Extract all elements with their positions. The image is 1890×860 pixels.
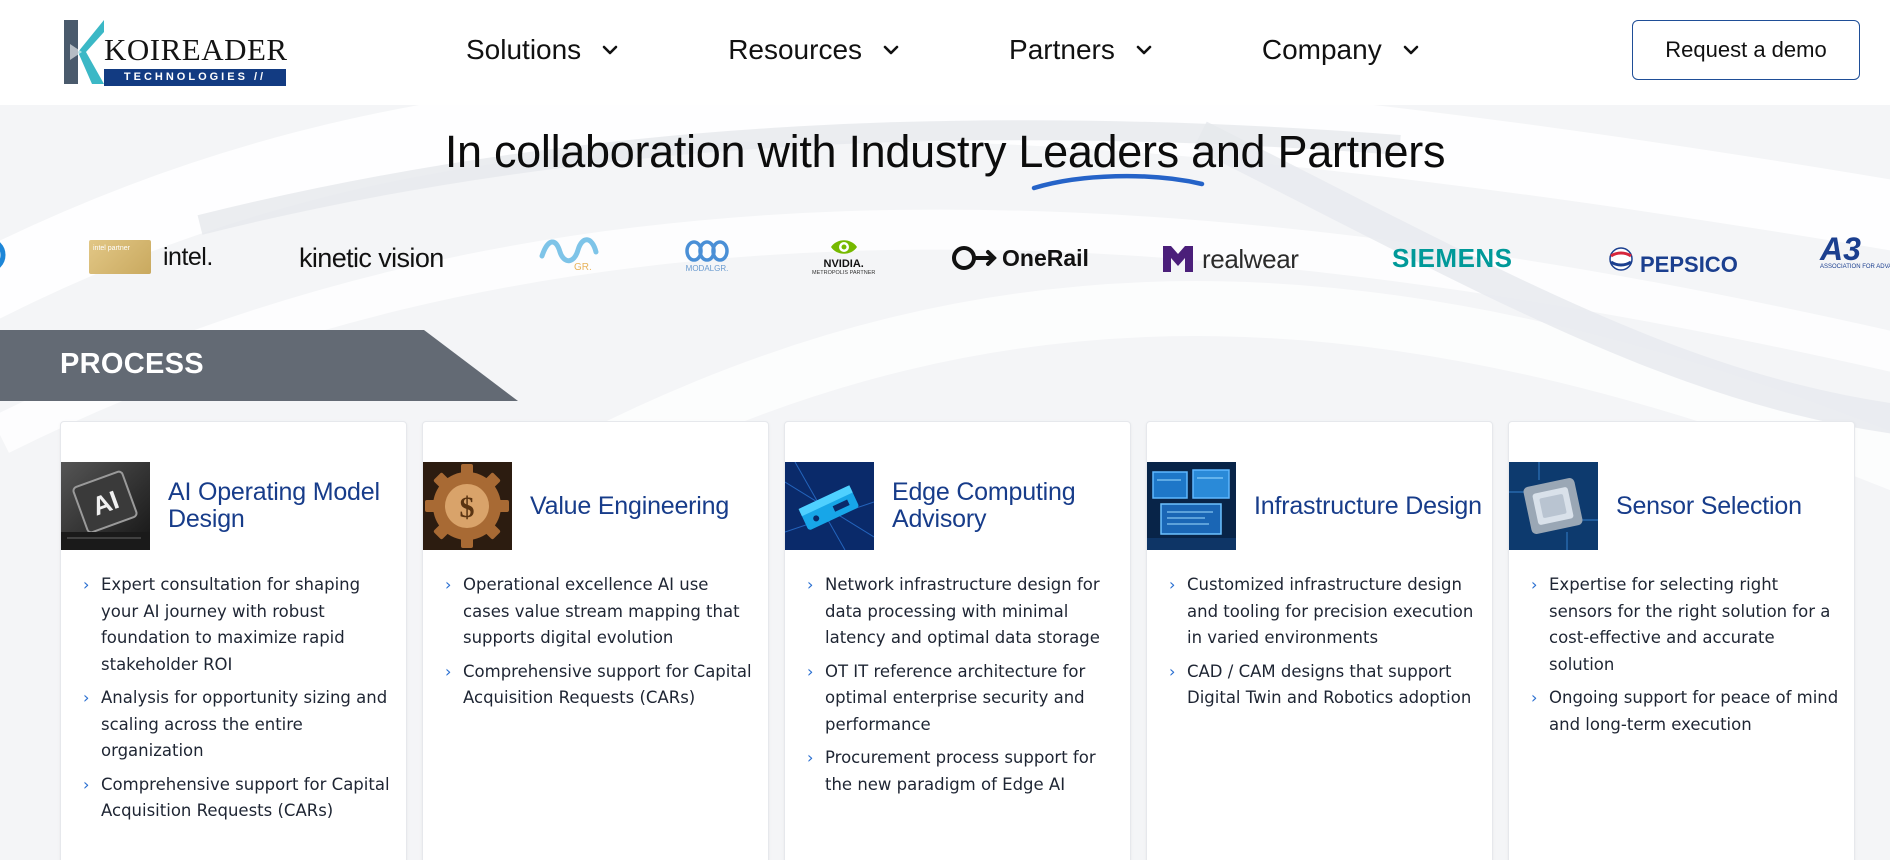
chevron-down-icon [1136, 45, 1152, 55]
process-card-value-engineering: $ Value Engineering › Operational excelle… [422, 421, 769, 860]
logo-wordmark: KOIREADER [104, 32, 288, 67]
headline-post: and Partners [1178, 126, 1446, 177]
chevron-right-icon: › [83, 774, 90, 794]
intel-partner-badge: intel partner [89, 240, 151, 274]
list-item: › Network infrastructure design for data … [807, 572, 1117, 652]
card-bullet-list: › Customized infrastructure design and to… [1169, 572, 1479, 719]
partner-logo-nvidia: NVIDIA. METROPOLIS PARTNER [812, 236, 875, 276]
chevron-right-icon: › [1531, 575, 1538, 594]
chevron-down-icon [602, 45, 618, 55]
card-bullet-list: › Expertise for selecting right sensors f… [1531, 572, 1841, 745]
card-bullet-list: › Expert consultation for shaping your AI… [83, 572, 393, 832]
monitors-icon [1147, 462, 1236, 550]
list-item: › Analysis for opportunity sizing and sca… [83, 685, 393, 765]
list-item: › Operational excellence AI use cases val… [445, 572, 755, 652]
nav-solutions-label: Solutions [466, 34, 582, 65]
process-card-infrastructure-design: Infrastructure Design › Customized infras… [1146, 421, 1493, 860]
logo-k-mark-icon [64, 20, 104, 84]
headline-pre: In collaboration with Industry [444, 126, 1019, 177]
modal-wave-icon [539, 237, 599, 264]
request-demo-button[interactable]: Request a demo [1632, 20, 1860, 80]
nav-resources[interactable]: Resources [728, 34, 902, 66]
dollar-gear-icon: $ [423, 462, 512, 550]
list-item: › Expert consultation for shaping your AI… [83, 572, 393, 678]
list-item: › Expertise for selecting right sensors f… [1531, 572, 1841, 678]
chevron-right-icon: › [445, 575, 452, 594]
card-title: Infrastructure Design [1254, 491, 1482, 520]
chevron-right-icon: › [83, 688, 90, 707]
chevron-right-icon: › [445, 661, 452, 681]
main-nav: Solutions Resources Partners Company [466, 34, 1422, 66]
list-item: › OT IT reference architecture for optima… [807, 659, 1117, 739]
partner-logo-onerail: OneRail [950, 243, 1089, 273]
headline-underline-swoosh [1031, 173, 1205, 191]
process-card-sensor-selection: Sensor Selection › Expertise for selectin… [1508, 421, 1855, 860]
card-bullet-list: › Operational excellence AI use cases val… [445, 572, 755, 719]
site-header: KOIREADER TECHNOLOGIES // Solutions Reso… [0, 0, 1890, 105]
partner-logo-modalgr-2: MODALGR. [684, 238, 730, 273]
partner-logo-kinetic-vision: kinetic vision [299, 243, 444, 273]
partial-logo-icon [0, 242, 6, 268]
partner-logos-strip: intel partner intel. kinetic vision GR. … [0, 226, 1890, 306]
chevron-right-icon: › [1169, 575, 1176, 594]
partner-logo-pepsico: PEPSICO [1608, 240, 1738, 278]
chevron-right-icon: › [1531, 688, 1538, 707]
card-title: Value Engineering [530, 491, 730, 520]
partners-headline: In collaboration with Industry Leaders a… [0, 126, 1890, 178]
chevron-right-icon: › [83, 575, 90, 594]
chevron-right-icon: › [807, 575, 814, 594]
process-card-ai-operating-model: AI AI Operating Model Design › Expert con… [60, 421, 407, 860]
process-section-title: PROCESS [60, 348, 204, 380]
nav-solutions[interactable]: Solutions [466, 34, 621, 66]
list-item: › Comprehensive support for Capital Acqui… [83, 772, 393, 825]
partner-logo-intel: intel partner intel. [89, 240, 213, 274]
realwear-m-icon [1163, 246, 1193, 272]
nav-company-label: Company [1261, 34, 1382, 65]
koireader-logo[interactable]: KOIREADER TECHNOLOGIES // [60, 18, 290, 88]
partner-logo-siemens: SIEMENS [1392, 243, 1513, 273]
chevron-right-icon: › [807, 748, 814, 767]
ai-chip-icon: AI [61, 462, 150, 550]
modal-loops-icon [685, 240, 729, 262]
list-item: › Comprehensive support for Capital Acqui… [445, 659, 755, 712]
list-item: › Procurement process support for the new… [807, 745, 1117, 798]
chevron-down-icon [1403, 45, 1419, 55]
nav-company[interactable]: Company [1262, 34, 1422, 66]
nav-resources-label: Resources [728, 34, 863, 65]
logo-tagline: TECHNOLOGIES // [104, 69, 286, 86]
card-title: AI Operating Model Design [168, 478, 380, 533]
edge-device-icon [785, 462, 874, 550]
partner-logo-a3: A3 ASSOCIATION FOR ADVANCING AUTOMATION [1820, 231, 1890, 270]
card-title: Edge Computing Advisory [892, 478, 1076, 533]
svg-text:$: $ [460, 491, 475, 524]
process-cards: AI AI Operating Model Design › Expert con… [60, 421, 1855, 860]
onerail-mark-icon [952, 246, 997, 270]
chevron-right-icon: › [807, 661, 814, 681]
partner-logo-partial [0, 238, 6, 272]
process-card-edge-computing: Edge Computing Advisory › Network infrast… [784, 421, 1131, 860]
card-bullet-list: › Network infrastructure design for data … [807, 572, 1117, 805]
chevron-down-icon [883, 45, 899, 55]
partner-logo-modalgr: GR. [538, 234, 600, 273]
chevron-right-icon: › [1169, 661, 1176, 681]
intel-wordmark: intel. [163, 242, 213, 271]
list-item: › Customized infrastructure design and to… [1169, 572, 1479, 652]
list-item: › CAD / CAM designs that support Digital … [1169, 659, 1479, 712]
nav-partners-label: Partners [1009, 34, 1115, 65]
pepsico-globe-icon [1609, 247, 1633, 271]
card-title: Sensor Selection [1616, 491, 1802, 520]
nvidia-eye-icon [830, 240, 857, 254]
list-item: › Ongoing support for peace of mind and l… [1531, 685, 1841, 738]
nav-partners[interactable]: Partners [1009, 34, 1155, 66]
partner-logo-realwear: realwear [1160, 242, 1299, 276]
sensor-chip-icon [1509, 462, 1598, 550]
